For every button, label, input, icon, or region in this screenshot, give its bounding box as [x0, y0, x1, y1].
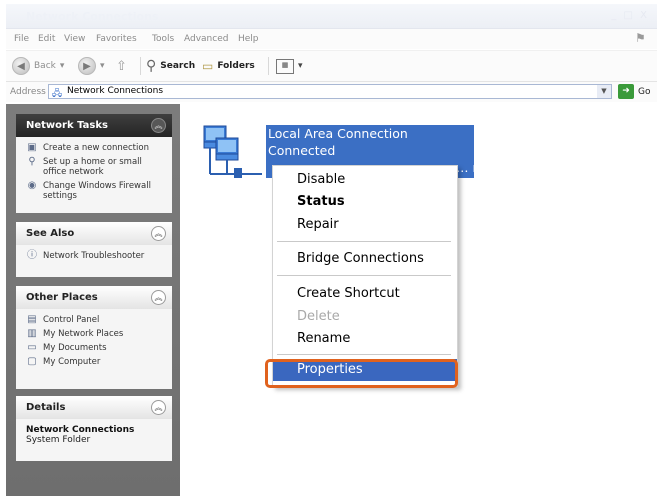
menu-edit[interactable]: Edit [38, 34, 55, 44]
documents-folder-icon: ▭ [27, 342, 37, 353]
menu-file[interactable]: File [14, 34, 29, 44]
menu-separator [277, 241, 451, 242]
window-controls[interactable]: _ □ X [611, 10, 649, 21]
place-my-documents[interactable]: ▭ My Documents [26, 342, 166, 354]
network-places-icon: ▥ [27, 328, 37, 339]
other-places-panel: Other Places ︽ ▤ Control Panel ▥ My Netw… [16, 286, 172, 389]
see-also-panel: See Also ︽ ⓘ Network Troubleshooter [16, 222, 172, 277]
collapse-chevron-icon[interactable]: ︽ [151, 400, 166, 415]
collapse-chevron-icon[interactable]: ︽ [151, 290, 166, 305]
task-home-network[interactable]: ⚲ Set up a home or small office network [26, 156, 166, 178]
menu-tools[interactable]: Tools [152, 34, 174, 44]
toolbar-separator [268, 57, 269, 75]
properties-highlight-box [265, 359, 458, 388]
toolbar-separator [140, 57, 141, 75]
views-button[interactable]: ▦ ▾ [276, 56, 303, 76]
back-arrow-icon: ◀ [12, 57, 30, 75]
connection-name: Local Area Connection [268, 126, 408, 141]
address-label: Address [10, 87, 46, 97]
menu-item-bridge-connections[interactable]: Bridge Connections [297, 251, 424, 266]
forward-dropdown-icon[interactable]: ▾ [100, 61, 105, 71]
menu-item-repair[interactable]: Repair [297, 217, 339, 232]
menu-item-disable[interactable]: Disable [297, 172, 345, 187]
network-tasks-panel: Network Tasks ︽ ▣ Create a new connectio… [16, 114, 172, 213]
menu-favorites[interactable]: Favorites [96, 34, 137, 44]
up-folder-icon: ⇧ [116, 58, 127, 74]
address-input[interactable]: 🖧 Network Connections ▼ [48, 84, 612, 99]
forward-arrow-icon: ▶ [78, 57, 96, 75]
menu-separator [277, 354, 451, 355]
menu-help[interactable]: Help [238, 34, 259, 44]
task-pane: Network Tasks ︽ ▣ Create a new connectio… [6, 104, 180, 496]
menu-separator [277, 275, 451, 276]
menu-advanced[interactable]: Advanced [184, 34, 228, 44]
help-info-icon: ⓘ [27, 250, 37, 261]
task-firewall-settings[interactable]: ◉ Change Windows Firewall settings [26, 180, 166, 202]
back-button[interactable]: ◀ Back ▾ [12, 56, 64, 76]
search-button[interactable]: ⚲ Search [146, 56, 195, 76]
forward-button[interactable]: ▶ ▾ [78, 56, 105, 76]
place-my-network-places[interactable]: ▥ My Network Places [26, 328, 166, 340]
window-title: Network Connections [26, 10, 159, 23]
place-my-computer[interactable]: ▢ My Computer [26, 356, 166, 368]
connection-device: … n… [456, 160, 493, 175]
context-menu: Disable Status Repair Bridge Connections… [272, 165, 458, 387]
see-also-header[interactable]: See Also ︽ [16, 222, 172, 245]
address-bar: Address 🖧 Network Connections ▼ ➜ Go [6, 82, 657, 102]
up-folder-button[interactable]: ⇧ [116, 56, 127, 76]
back-dropdown-icon[interactable]: ▾ [60, 61, 65, 71]
computer-icon: ▢ [27, 356, 37, 367]
folders-button[interactable]: ▭ Folders [202, 56, 255, 76]
search-icon: ⚲ [146, 58, 157, 74]
views-dropdown-icon: ▾ [298, 61, 303, 71]
details-panel: Details ︽ Network Connections System Fol… [16, 396, 172, 461]
go-button-label[interactable]: Go [638, 87, 650, 97]
home-network-icon: ⚲ [28, 156, 36, 167]
network-connections-icon: 🖧 [52, 89, 63, 99]
control-panel-icon: ▤ [27, 314, 37, 325]
folders-icon: ▭ [202, 59, 214, 73]
address-value: Network Connections [67, 86, 164, 96]
lan-connection-icon[interactable] [190, 118, 270, 188]
menu-item-delete: Delete [297, 309, 340, 324]
network-tasks-header[interactable]: Network Tasks ︽ [16, 114, 172, 137]
network-tasks-title: Network Tasks [26, 120, 108, 131]
details-name: Network Connections [26, 425, 135, 435]
menu-bar: File Edit View Favorites Tools Advanced … [6, 29, 657, 49]
back-label: Back [34, 61, 56, 71]
collapse-chevron-icon[interactable]: ︽ [151, 118, 166, 133]
details-header[interactable]: Details ︽ [16, 396, 172, 419]
details-title: Details [26, 402, 66, 413]
menu-item-create-shortcut[interactable]: Create Shortcut [297, 286, 400, 301]
new-connection-icon: ▣ [27, 142, 37, 153]
network-troubleshooter-link[interactable]: ⓘ Network Troubleshooter [26, 250, 166, 262]
search-label: Search [160, 61, 196, 71]
go-arrow-icon[interactable]: ➜ [618, 84, 634, 99]
task-create-connection[interactable]: ▣ Create a new connection [26, 142, 166, 154]
connection-status: Connected [268, 143, 336, 158]
details-type: System Folder [26, 435, 91, 445]
views-icon: ▦ [276, 58, 294, 74]
firewall-icon: ◉ [27, 180, 37, 191]
collapse-chevron-icon[interactable]: ︽ [151, 226, 166, 241]
menu-view[interactable]: View [64, 34, 85, 44]
windows-logo-icon: ⚑ [635, 31, 646, 45]
address-dropdown-icon[interactable]: ▼ [597, 85, 611, 98]
see-also-title: See Also [26, 228, 75, 239]
menu-item-rename[interactable]: Rename [297, 331, 350, 346]
other-places-title: Other Places [26, 292, 98, 303]
toolbar: ◀ Back ▾ ▶ ▾ ⇧ ⚲ Search ▭ Folders ▦ ▾ [6, 50, 657, 82]
other-places-header[interactable]: Other Places ︽ [16, 286, 172, 309]
menu-item-status[interactable]: Status [297, 194, 345, 209]
place-control-panel[interactable]: ▤ Control Panel [26, 314, 166, 326]
folders-label: Folders [217, 61, 255, 71]
title-bar: Network Connections _ □ X [6, 4, 657, 29]
